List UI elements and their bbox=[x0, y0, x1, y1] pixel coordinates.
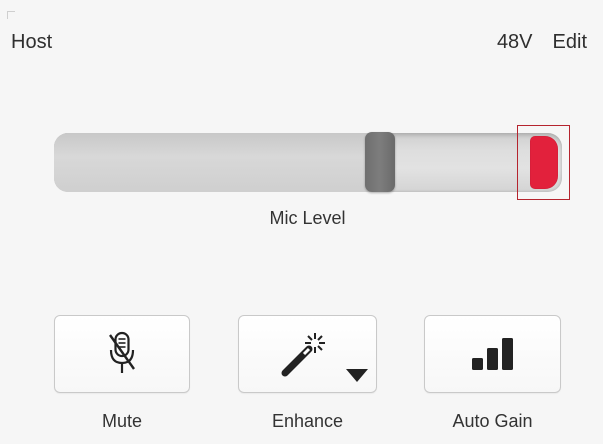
mic-level-fader[interactable] bbox=[54, 132, 562, 192]
edit-button[interactable]: Edit bbox=[553, 31, 587, 54]
signal-bars-icon bbox=[471, 338, 513, 370]
header-actions: 48V Edit bbox=[497, 31, 587, 54]
mute-button[interactable] bbox=[54, 315, 190, 393]
mic-muted-icon bbox=[109, 331, 135, 373]
clip-indicator-button[interactable] bbox=[517, 125, 570, 200]
clip-indicator bbox=[530, 136, 558, 189]
channel-title: Host bbox=[11, 31, 53, 53]
fader-label: Mic Level bbox=[269, 208, 346, 228]
enhance-button[interactable] bbox=[238, 315, 377, 393]
phantom-power-48v-button[interactable]: 48V bbox=[497, 31, 533, 54]
window-corner-mark bbox=[7, 11, 15, 19]
enhance-label: Enhance bbox=[271, 411, 344, 431]
magic-wand-icon bbox=[281, 333, 325, 377]
fader-fill bbox=[54, 133, 376, 192]
triangle-down-icon[interactable] bbox=[346, 369, 368, 382]
auto-gain-label: Auto Gain bbox=[452, 411, 533, 431]
mute-label: Mute bbox=[101, 411, 143, 431]
auto-gain-button[interactable] bbox=[424, 315, 561, 393]
fader-thumb[interactable] bbox=[365, 132, 395, 192]
